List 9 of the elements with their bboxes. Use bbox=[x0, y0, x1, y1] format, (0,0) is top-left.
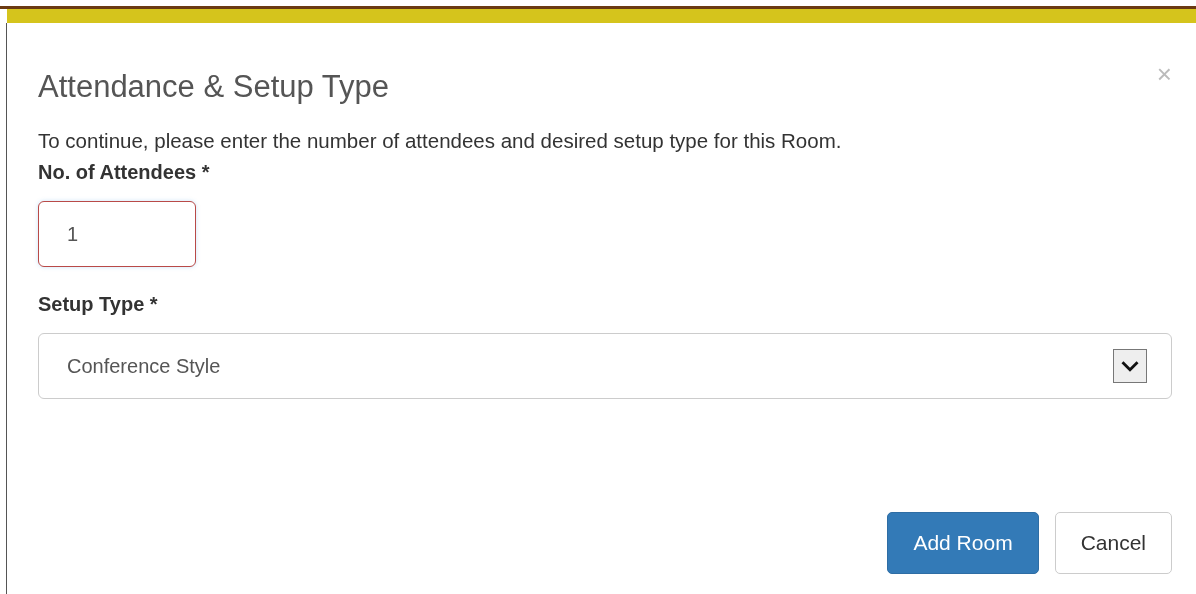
cancel-button[interactable]: Cancel bbox=[1054, 511, 1172, 574]
field-label: No. of Attendees * bbox=[38, 159, 211, 185]
add-room-button[interactable]: Add Room bbox=[887, 511, 1039, 574]
field-label: Setup Type * bbox=[38, 291, 159, 317]
number-field[interactable]: 1 bbox=[38, 200, 196, 267]
intro-text: To continue, please enter the number of attendees and desired setup type for this Room. bbox=[38, 128, 843, 155]
dialog-title: Attendance & Setup Type bbox=[38, 68, 390, 106]
chevron-down-icon bbox=[1113, 348, 1147, 383]
setup-type-dropdown[interactable]: Conference Style bbox=[38, 332, 1172, 399]
